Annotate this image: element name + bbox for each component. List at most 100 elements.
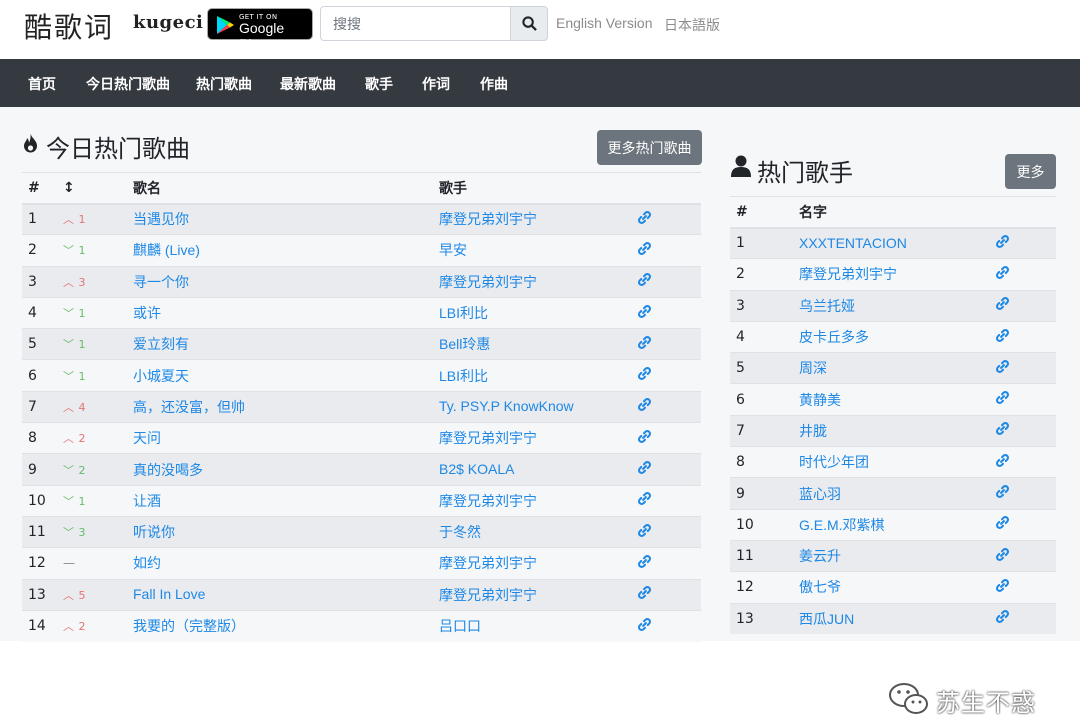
link-icon[interactable] [995, 359, 1010, 378]
link-icon[interactable] [637, 492, 652, 510]
artist-name-link[interactable]: 姜云升 [799, 548, 841, 564]
song-title-link[interactable]: 天问 [133, 430, 161, 446]
more-artists-button[interactable]: 更多 [1005, 154, 1056, 189]
link-icon[interactable] [637, 367, 652, 385]
link-icon[interactable] [637, 617, 652, 636]
search-input[interactable] [320, 6, 511, 41]
artist-link[interactable]: 摩登兄弟刘宇宁 [439, 430, 537, 446]
artist-link[interactable]: Ty. PSY.P KnowKnow [439, 398, 574, 414]
nav-hot-songs[interactable]: 热门歌曲 [196, 74, 252, 94]
artist-name-link[interactable]: 周深 [799, 360, 827, 376]
artist-name-link[interactable]: 时代少年团 [799, 454, 869, 470]
nav-composers[interactable]: 作曲 [480, 74, 508, 94]
song-title-link[interactable]: 或许 [133, 305, 161, 321]
link-icon[interactable] [995, 234, 1010, 253]
artist-link[interactable]: 摩登兄弟刘宇宁 [439, 493, 537, 509]
japanese-version-link[interactable]: 日本語版 [664, 15, 720, 35]
nav-today-hot[interactable]: 今日热门歌曲 [86, 74, 170, 94]
link-icon[interactable] [637, 523, 652, 542]
trend-change: 2 [78, 620, 86, 634]
song-title-link[interactable]: 听说你 [133, 524, 175, 540]
artist-link[interactable]: 摩登兄弟刘宇宁 [439, 587, 537, 603]
link-icon[interactable] [995, 297, 1010, 315]
link-icon[interactable] [637, 586, 652, 604]
link-icon[interactable] [637, 398, 652, 416]
artist-link[interactable]: LBI利比 [439, 368, 488, 384]
song-title-link[interactable]: Fall In Love [133, 586, 205, 602]
artist-name-link[interactable]: 井胧 [799, 423, 827, 439]
song-title-link[interactable]: 当遇见你 [133, 211, 189, 227]
song-title-link[interactable]: 高，还没富，但帅 [133, 399, 245, 415]
search-button[interactable] [510, 6, 548, 41]
link-icon[interactable] [995, 485, 1010, 503]
link-icon[interactable] [995, 578, 1010, 597]
trend-change: 1 [78, 307, 86, 321]
link-icon[interactable] [995, 328, 1010, 347]
song-title-link[interactable]: 寻一个你 [133, 274, 189, 290]
song-title-link[interactable]: 真的没喝多 [133, 462, 203, 478]
col-artist-name-header: 名字 [793, 196, 989, 229]
song-rank: 11 [22, 515, 57, 548]
artist-link[interactable]: 摩登兄弟刘宇宁 [439, 274, 537, 290]
artist-link[interactable]: LBI利比 [439, 305, 488, 321]
link-icon[interactable] [637, 429, 652, 448]
song-title-link[interactable]: 让酒 [133, 493, 161, 509]
link-icon[interactable] [995, 610, 1010, 628]
artist-link[interactable]: 摩登兄弟刘宇宁 [439, 211, 537, 227]
artist-link[interactable]: Bell玲惠 [439, 336, 490, 352]
col-link-header [637, 172, 701, 205]
link-icon[interactable] [637, 304, 652, 323]
nav-lyricists[interactable]: 作词 [422, 74, 450, 94]
google-play-badge[interactable]: GET IT ON Google Play [207, 8, 313, 52]
song-rank: 13 [22, 578, 57, 611]
artist-name-link[interactable]: G.E.M.邓紫棋 [799, 517, 885, 533]
trend-arrow: ︿ [63, 432, 74, 446]
artist-link[interactable]: 于冬然 [439, 524, 481, 540]
artist-name-link[interactable]: 摩登兄弟刘宇宁 [799, 266, 897, 282]
site-logo[interactable]: 酷歌词 [24, 6, 114, 46]
artist-name-link[interactable]: XXXTENTACION [799, 235, 907, 251]
link-icon[interactable] [637, 554, 652, 573]
artist-name-link[interactable]: 西瓜JUN [799, 611, 854, 627]
site-logo-text[interactable]: kugeci [133, 12, 203, 33]
artist-link[interactable]: 早安 [439, 242, 467, 258]
link-icon[interactable] [995, 422, 1010, 440]
trend-arrow: ︿ [63, 275, 74, 289]
link-icon[interactable] [637, 273, 652, 291]
song-title-link[interactable]: 麒麟 (Live) [133, 242, 200, 258]
link-icon[interactable] [995, 391, 1010, 409]
artist-name-link[interactable]: 黄静美 [799, 392, 841, 408]
trend-change: 3 [78, 275, 86, 289]
artist-link[interactable]: 摩登兄弟刘宇宁 [439, 555, 537, 571]
link-icon[interactable] [637, 461, 652, 479]
table-row: 10 G.E.M.邓紫棋 [730, 508, 1056, 541]
more-hot-songs-button[interactable]: 更多热门歌曲 [597, 130, 702, 165]
artist-name-link[interactable]: 蓝心羽 [799, 486, 841, 502]
song-trend: — [57, 547, 127, 580]
link-icon[interactable] [995, 516, 1010, 534]
link-icon[interactable] [995, 265, 1010, 284]
artist-link[interactable]: B2$ KOALA [439, 461, 515, 477]
nav-artists[interactable]: 歌手 [365, 74, 393, 94]
song-title-link[interactable]: 我要的（完整版） [133, 618, 245, 634]
trend-change: 1 [78, 369, 86, 383]
nav-home[interactable]: 首页 [28, 74, 56, 94]
song-rank: 5 [22, 328, 57, 360]
link-icon[interactable] [995, 547, 1010, 566]
link-icon[interactable] [995, 453, 1010, 472]
song-title-link[interactable]: 小城夏天 [133, 368, 189, 384]
link-icon[interactable] [637, 210, 652, 229]
artist-rank: 8 [730, 446, 793, 478]
artist-name-link[interactable]: 傲七爷 [799, 579, 841, 595]
link-icon[interactable] [637, 241, 652, 260]
song-rank: 14 [22, 609, 57, 642]
song-title-link[interactable]: 爱立刻有 [133, 336, 189, 352]
nav-new-songs[interactable]: 最新歌曲 [280, 74, 336, 94]
artist-link[interactable]: 吕口口 [439, 618, 481, 634]
artist-name-link[interactable]: 乌兰托娅 [799, 298, 855, 314]
link-icon[interactable] [637, 335, 652, 354]
artist-name-link[interactable]: 皮卡丘多多 [799, 329, 869, 345]
english-version-link[interactable]: English Version [556, 15, 653, 31]
col-artist-link-header [989, 196, 1056, 229]
song-title-link[interactable]: 如约 [133, 555, 161, 571]
